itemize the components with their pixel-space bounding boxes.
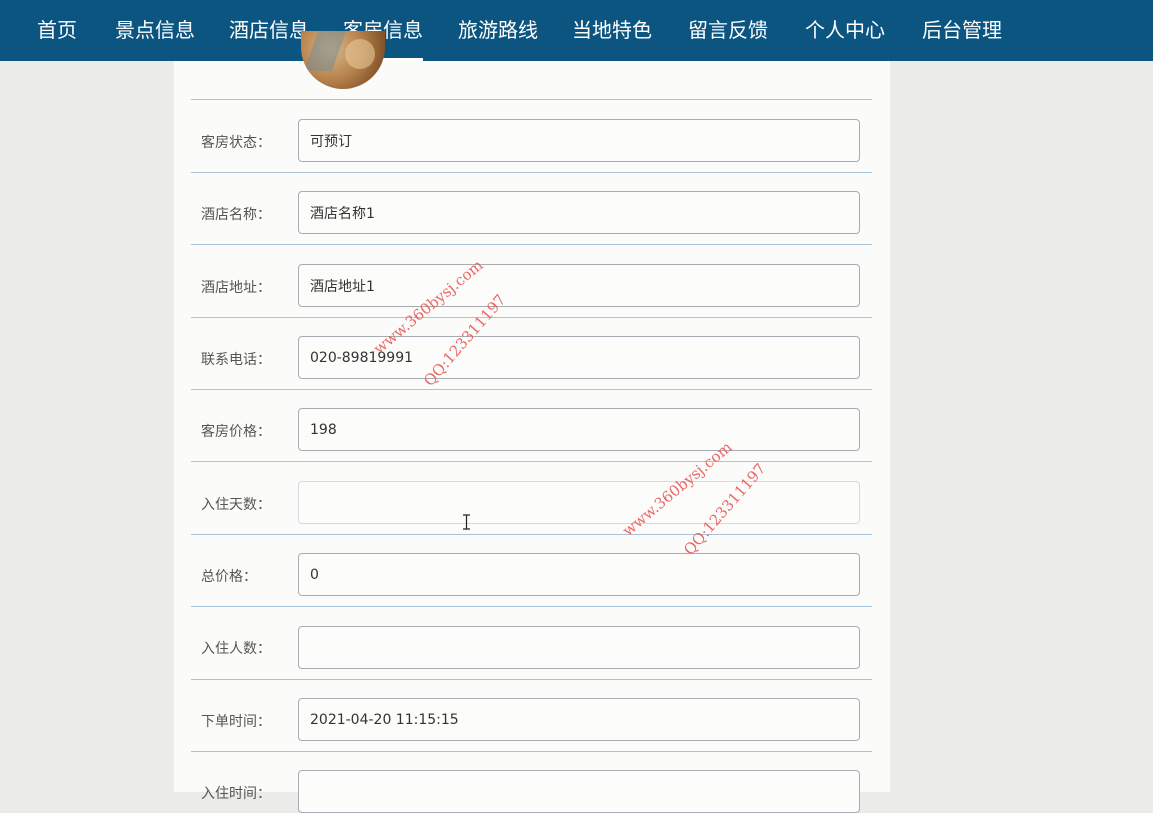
row-divider	[191, 172, 872, 173]
row-divider	[191, 534, 872, 535]
nav-item-attractions[interactable]: 景点信息	[115, 0, 195, 61]
top-navbar: 首页 景点信息 酒店信息 客房信息 旅游路线 当地特色 留言反馈 个人中心 后台…	[0, 0, 1153, 61]
nav-item-routes[interactable]: 旅游路线	[458, 0, 538, 61]
phone-label: 联系电话：	[201, 352, 271, 368]
row-divider	[191, 99, 872, 100]
nav-item-specialties[interactable]: 当地特色	[572, 0, 652, 61]
room-price-label: 客房价格：	[201, 424, 271, 440]
row-divider	[191, 389, 872, 390]
row-divider	[191, 244, 872, 245]
nav-item-admin[interactable]: 后台管理	[922, 0, 1002, 61]
room-status-input[interactable]	[298, 119, 860, 162]
hotel-name-input[interactable]	[298, 191, 860, 234]
stay-days-input[interactable]	[298, 481, 860, 524]
room-status-label: 客房状态：	[201, 135, 271, 151]
row-divider	[191, 461, 872, 462]
hotel-name-label: 酒店名称：	[201, 207, 271, 223]
hotel-address-input[interactable]	[298, 264, 860, 307]
nav-item-profile[interactable]: 个人中心	[805, 0, 885, 61]
nav-item-feedback[interactable]: 留言反馈	[688, 0, 768, 61]
total-price-label: 总价格：	[201, 569, 257, 585]
order-time-input[interactable]	[298, 698, 860, 741]
checkin-time-label: 入住时间：	[201, 786, 271, 802]
hotel-address-label: 酒店地址：	[201, 280, 271, 296]
room-price-input[interactable]	[298, 408, 860, 451]
row-divider	[191, 751, 872, 752]
row-divider	[191, 317, 872, 318]
nav-item-hotels[interactable]: 酒店信息	[229, 0, 309, 61]
nav-item-home[interactable]: 首页	[37, 0, 77, 61]
row-divider	[191, 679, 872, 680]
guest-count-input[interactable]	[298, 626, 860, 669]
text-cursor-icon	[463, 514, 470, 530]
order-time-label: 下单时间：	[201, 714, 271, 730]
guest-count-label: 入住人数：	[201, 641, 271, 657]
stay-days-label: 入住天数：	[201, 497, 271, 513]
total-price-input[interactable]	[298, 553, 860, 596]
row-divider	[191, 606, 872, 607]
